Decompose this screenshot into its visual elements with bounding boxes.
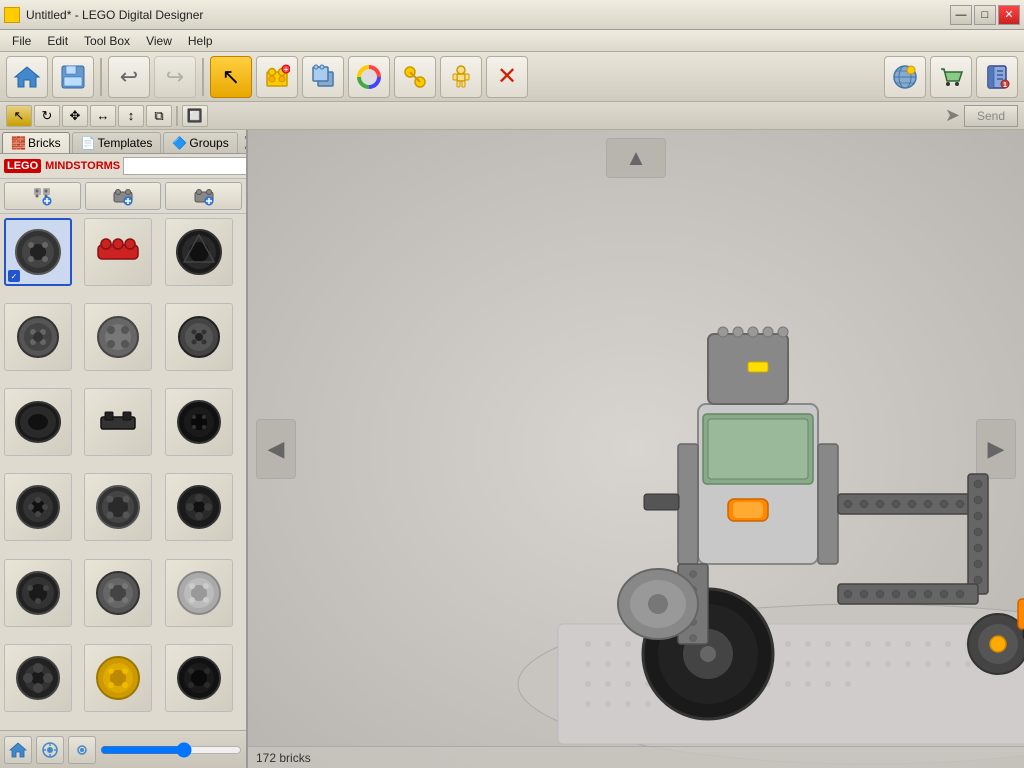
svg-text:+: + <box>284 67 288 74</box>
send-button[interactable]: Send <box>964 105 1018 127</box>
main-toolbar: ↩ ↪ ↖ + <box>0 52 1024 102</box>
clone-button[interactable] <box>302 56 344 98</box>
maximize-button[interactable]: □ <box>974 5 996 25</box>
menu-edit[interactable]: Edit <box>39 32 76 50</box>
category-btn-2[interactable] <box>85 182 162 210</box>
list-item[interactable] <box>4 303 72 371</box>
list-item[interactable] <box>84 303 152 371</box>
tab-groups-label: Groups <box>189 136 228 150</box>
tab-groups[interactable]: 🔷 Groups <box>163 132 237 153</box>
select-button[interactable]: ↖ <box>210 56 252 98</box>
minifig-button[interactable] <box>440 56 482 98</box>
send-icon: ➤ <box>945 105 960 126</box>
content-area: 🧱 Bricks 📄 Templates 🔷 Groups ⟩⟩ LEGO MI… <box>0 130 1024 768</box>
hinge-button[interactable] <box>394 56 436 98</box>
list-item[interactable] <box>84 388 152 456</box>
svg-text:1: 1 <box>1003 82 1007 89</box>
toolbar-separator-2 <box>202 58 204 96</box>
delete-button[interactable]: ✕ <box>486 56 528 98</box>
menu-toolbox[interactable]: Tool Box <box>76 32 138 50</box>
sub-toolbar: ↖ ↻ ✥ ↔ ↕ ⧉ 🔲 ➤ Send <box>0 102 1024 130</box>
sub-rotate-button[interactable]: ↻ <box>34 105 60 127</box>
list-item[interactable]: ✓ <box>4 218 72 286</box>
save-button[interactable] <box>52 56 94 98</box>
category-btn-1[interactable] <box>4 182 81 210</box>
lego-logo-box: LEGO <box>4 159 41 173</box>
color-button[interactable] <box>348 56 390 98</box>
list-item[interactable] <box>165 388 233 456</box>
groups-tab-icon: 🔷 <box>172 136 186 150</box>
mindstorms-label: MINDSTORMS <box>45 160 120 172</box>
zoom-slider[interactable] <box>100 743 242 757</box>
list-item[interactable] <box>84 644 152 712</box>
list-item[interactable] <box>4 644 72 712</box>
right-toolbar-area: 1 <box>884 56 1018 98</box>
list-item[interactable] <box>4 559 72 627</box>
left-panel: 🧱 Bricks 📄 Templates 🔷 Groups ⟩⟩ LEGO MI… <box>0 130 248 768</box>
lego-model <box>248 130 1024 768</box>
globe-button[interactable] <box>884 56 926 98</box>
menu-file[interactable]: File <box>4 32 39 50</box>
manual-button[interactable]: 1 <box>976 56 1018 98</box>
toolbar-separator-1 <box>100 58 102 96</box>
list-item[interactable] <box>165 644 233 712</box>
title-bar-left: Untitled* - LEGO Digital Designer <box>4 7 203 23</box>
list-item[interactable] <box>84 473 152 541</box>
bottom-controls <box>0 730 246 768</box>
tab-templates[interactable]: 📄 Templates <box>72 132 162 153</box>
title-bar-buttons: — □ ✕ <box>950 5 1020 25</box>
list-item[interactable] <box>84 218 152 286</box>
title-bar: Untitled* - LEGO Digital Designer — □ ✕ <box>0 0 1024 30</box>
list-item[interactable] <box>4 473 72 541</box>
app-icon <box>4 7 20 23</box>
list-item[interactable] <box>4 388 72 456</box>
sub-flipv-button[interactable]: ↕ <box>118 105 144 127</box>
sub-clone-button[interactable]: ⧉ <box>146 105 172 127</box>
status-bar: 172 bricks <box>248 746 1024 768</box>
lego-logo: LEGO MINDSTORMS <box>4 159 120 173</box>
panel-settings-button[interactable] <box>68 736 96 764</box>
send-area: ➤ Send <box>945 105 1018 127</box>
sub-select-button[interactable]: ↖ <box>6 105 32 127</box>
minimize-button[interactable]: — <box>950 5 972 25</box>
tab-templates-label: Templates <box>98 136 153 150</box>
collapse-panel-button[interactable]: ⟩⟩ <box>240 132 248 153</box>
bricks-tab-icon: 🧱 <box>11 136 25 150</box>
menu-view[interactable]: View <box>138 32 180 50</box>
sub-fliph-button[interactable]: ↔ <box>90 105 116 127</box>
home-button[interactable] <box>6 56 48 98</box>
sub-move-button[interactable]: ✥ <box>62 105 88 127</box>
templates-tab-icon: 📄 <box>81 136 95 150</box>
menu-help[interactable]: Help <box>180 32 221 50</box>
brick-search-input[interactable] <box>123 157 248 175</box>
shopping-button[interactable] <box>930 56 972 98</box>
tab-bricks-label: Bricks <box>28 136 61 150</box>
category-btn-3[interactable] <box>165 182 242 210</box>
filter-bar: LEGO MINDSTORMS <box>0 154 246 179</box>
list-item[interactable] <box>84 559 152 627</box>
menu-bar: File Edit Tool Box View Help <box>0 30 1024 52</box>
category-bar <box>0 179 246 214</box>
sub-separator <box>176 106 178 126</box>
sub-snap-button[interactable]: 🔲 <box>182 105 208 127</box>
list-item[interactable] <box>165 303 233 371</box>
add-brick-button[interactable]: + <box>256 56 298 98</box>
bricks-grid: ✓ <box>0 214 246 730</box>
selected-indicator: ✓ <box>8 270 20 282</box>
window-title: Untitled* - LEGO Digital Designer <box>26 8 203 22</box>
panel-view-button[interactable] <box>36 736 64 764</box>
tab-bricks[interactable]: 🧱 Bricks <box>2 132 70 153</box>
redo-button[interactable]: ↪ <box>154 56 196 98</box>
panel-tabs: 🧱 Bricks 📄 Templates 🔷 Groups ⟩⟩ <box>0 130 246 154</box>
brick-count: 172 bricks <box>256 751 311 765</box>
list-item[interactable] <box>165 473 233 541</box>
list-item[interactable] <box>165 559 233 627</box>
viewport: ▲ ◀ ▶ <box>248 130 1024 768</box>
list-item[interactable] <box>165 218 233 286</box>
undo-button[interactable]: ↩ <box>108 56 150 98</box>
close-button[interactable]: ✕ <box>998 5 1020 25</box>
panel-home-button[interactable] <box>4 736 32 764</box>
